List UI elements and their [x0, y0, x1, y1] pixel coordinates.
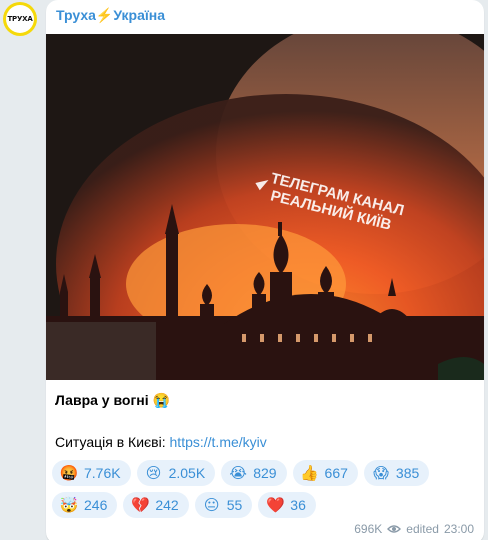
- reaction-count: 667: [324, 465, 348, 481]
- reaction-thumbs-up[interactable]: 👍 667: [292, 460, 358, 486]
- message-text: Ситуація в Києві: https://t.me/kyiv: [55, 434, 267, 450]
- reaction-exploding-head[interactable]: 🤯 246: [52, 492, 118, 518]
- fire-photo-illustration: ТЕЛЕГРАМ КАНАЛ РЕАЛЬНИЙ КИЇВ: [46, 34, 484, 380]
- reaction-count: 242: [155, 497, 179, 513]
- reaction-screaming[interactable]: 😱 385: [363, 460, 430, 486]
- screaming-face-icon: 😱: [373, 464, 389, 482]
- reaction-count: 55: [226, 497, 243, 513]
- avatar-text: ТРУХА: [6, 5, 34, 33]
- channel-link[interactable]: https://t.me/kyiv: [170, 434, 267, 450]
- red-heart-icon: ❤️: [265, 496, 285, 514]
- broken-heart-icon: 💔: [131, 496, 150, 514]
- exploding-head-icon: 🤯: [59, 496, 79, 514]
- neutral-face-icon: 😐: [203, 496, 220, 514]
- reaction-enraged[interactable]: 🤬 7.76K: [52, 460, 131, 486]
- message-line-prefix: Ситуація в Києві:: [55, 434, 170, 450]
- reaction-count: 36: [290, 497, 306, 513]
- channel-name[interactable]: Труха⚡Україна: [56, 7, 165, 24]
- message-meta: 696K edited 23:00: [354, 522, 474, 536]
- reaction-loudly-crying[interactable]: 😭 829: [221, 460, 287, 486]
- loudly-crying-face-icon: 😭: [229, 464, 247, 482]
- reaction-crying[interactable]: 😢 2.05K: [136, 460, 216, 486]
- message-photo[interactable]: ТЕЛЕГРАМ КАНАЛ РЕАЛЬНИЙ КИЇВ: [46, 34, 484, 380]
- reaction-count: 246: [84, 497, 108, 513]
- message-bubble: Труха⚡Україна ТЕЛЕГРАМ КАНАЛ РЕАЛЬНИЙ КИ…: [46, 0, 484, 540]
- reactions-bar: 🤬 7.76K 😢 2.05K 😭 829 👍 667 😱 385 🤯 246 💔 242 😐…: [52, 460, 472, 518]
- edited-label: edited: [406, 522, 439, 536]
- message-time: 23:00: [443, 522, 474, 536]
- crying-face-icon: 😢: [145, 464, 162, 482]
- reaction-broken-heart[interactable]: 💔 242: [123, 492, 189, 518]
- reaction-count: 385: [395, 465, 420, 481]
- message-title: Лавра у вогні 😭: [55, 392, 170, 408]
- reaction-count: 2.05K: [168, 465, 206, 481]
- view-count: 696K: [354, 522, 383, 536]
- enraged-face-icon: 🤬: [59, 464, 79, 482]
- reaction-count: 829: [253, 465, 277, 481]
- reaction-neutral[interactable]: 😐 55: [194, 492, 253, 518]
- reaction-red-heart[interactable]: ❤️ 36: [258, 492, 316, 518]
- eye-icon: [387, 525, 402, 533]
- thumbs-up-icon: 👍: [300, 464, 319, 482]
- reaction-count: 7.76K: [84, 465, 121, 481]
- channel-avatar[interactable]: ТРУХА: [3, 2, 37, 36]
